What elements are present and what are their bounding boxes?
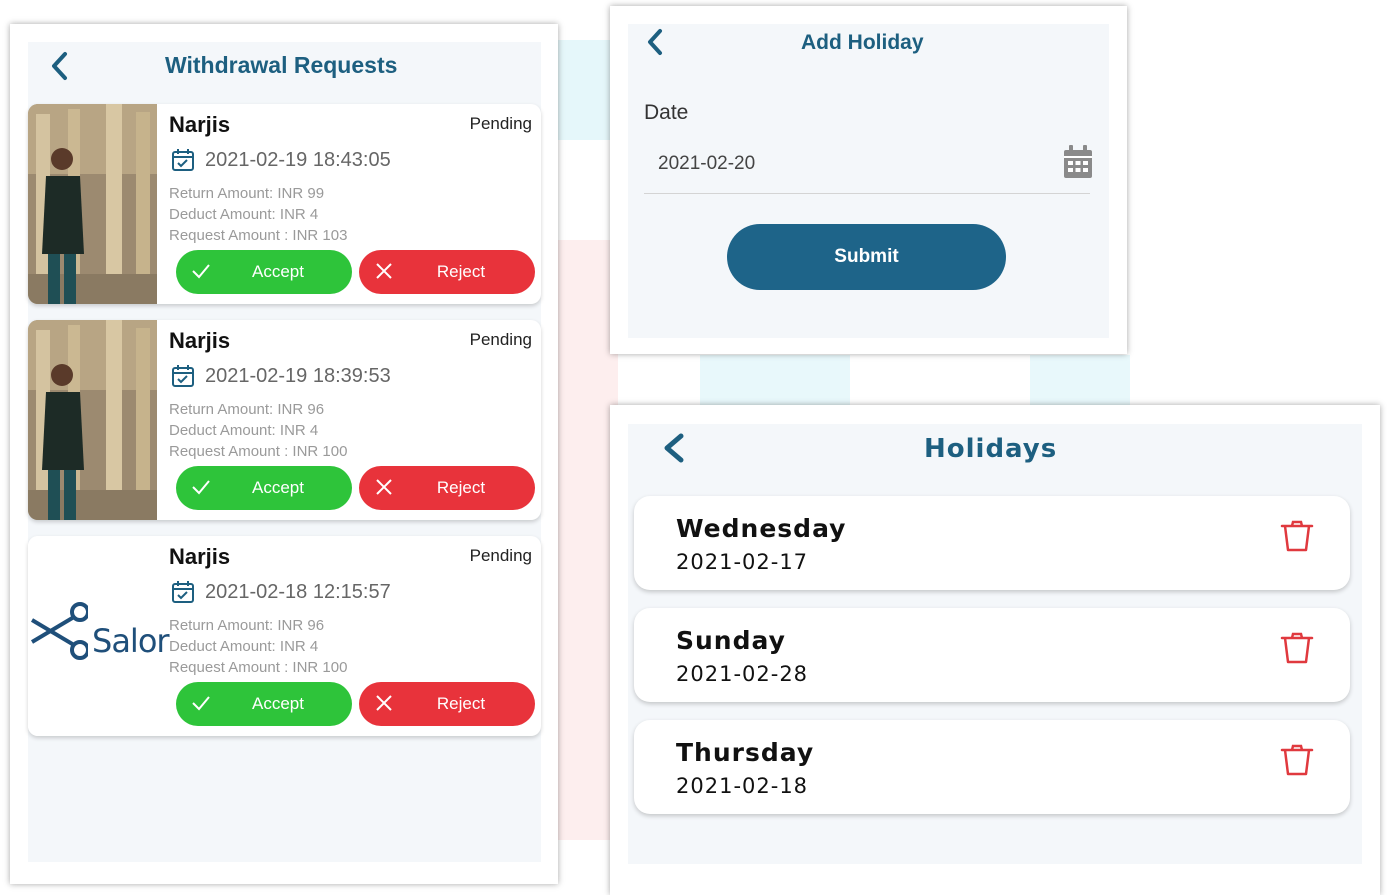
accept-label: Accept xyxy=(252,478,304,497)
back-arrow-icon[interactable] xyxy=(48,51,70,81)
withdrawal-request-card: Narjis Pending 2021-02-19 18:43:05 Retur… xyxy=(28,104,541,304)
reject-label: Reject xyxy=(436,478,486,497)
calendar-check-icon xyxy=(172,365,194,387)
deduct-amount: Deduct Amount: INR 4 xyxy=(169,206,319,223)
requester-name: Narjis xyxy=(169,544,231,569)
deduct-amount: Deduct Amount: INR 4 xyxy=(169,422,319,439)
return-amount: Return Amount: INR 96 xyxy=(169,401,325,418)
page-title: Withdrawal Requests xyxy=(165,52,398,78)
salor-logo: Salor xyxy=(28,536,170,736)
page-title: Holidays xyxy=(924,434,1058,464)
status-label: Pending xyxy=(469,330,532,349)
add-holiday-screen xyxy=(628,24,1109,338)
holiday-date: 2021-02-28 xyxy=(676,662,809,686)
deduct-amount: Deduct Amount: INR 4 xyxy=(169,638,319,655)
page-title: Add Holiday xyxy=(801,31,924,54)
request-datetime: 2021-02-19 18:43:05 xyxy=(171,148,391,172)
request-datetime: 2021-02-19 18:39:53 xyxy=(171,364,391,388)
accept-button[interactable]: Accept xyxy=(176,682,352,726)
withdrawal-request-card: Narjis Pending 2021-02-19 18:39:53 Retur… xyxy=(28,320,541,520)
reject-button[interactable]: Reject xyxy=(359,250,535,294)
logo-text: Salor xyxy=(92,622,170,660)
calendar-check-icon xyxy=(172,581,194,603)
person-photo xyxy=(28,320,157,520)
holiday-day: Sunday xyxy=(676,626,786,655)
submit-button[interactable]: Submit xyxy=(727,224,1006,290)
accept-label: Accept xyxy=(252,694,304,713)
return-amount: Return Amount: INR 99 xyxy=(169,185,325,202)
requester-name: Narjis xyxy=(169,328,231,353)
holiday-item: Wednesday 2021-02-17 xyxy=(634,496,1350,590)
accept-button[interactable]: Accept xyxy=(176,466,352,510)
trash-icon[interactable] xyxy=(1280,744,1314,776)
trash-icon[interactable] xyxy=(1280,520,1314,552)
scissors-icon xyxy=(30,602,88,660)
request-amount: Request Amount : INR 100 xyxy=(169,443,348,460)
holiday-date: 2021-02-18 xyxy=(676,774,809,798)
reject-button[interactable]: Reject xyxy=(359,682,535,726)
accept-button[interactable]: Accept xyxy=(176,250,352,294)
person-photo xyxy=(28,104,157,304)
calendar-check-icon xyxy=(172,149,194,171)
reject-label: Reject xyxy=(436,262,486,281)
holiday-date: 2021-02-17 xyxy=(676,550,809,574)
back-arrow-icon[interactable] xyxy=(659,432,687,464)
requester-name: Narjis xyxy=(169,112,231,137)
holiday-item: Thursday 2021-02-18 xyxy=(634,720,1350,814)
calendar-icon[interactable] xyxy=(1063,145,1093,179)
holiday-item: Sunday 2021-02-28 xyxy=(634,608,1350,702)
withdrawal-request-card: Salor Narjis Pending 2021-02-18 12:15:57… xyxy=(28,536,541,736)
holiday-day: Thursday xyxy=(676,738,815,767)
status-label: Pending xyxy=(469,546,532,565)
request-datetime: 2021-02-18 12:15:57 xyxy=(171,580,391,604)
trash-icon[interactable] xyxy=(1280,632,1314,664)
request-amount: Request Amount : INR 103 xyxy=(169,227,348,244)
status-label: Pending xyxy=(469,114,532,133)
datetime-text: 2021-02-19 18:39:53 xyxy=(205,364,391,387)
return-amount: Return Amount: INR 96 xyxy=(169,617,325,634)
request-amount: Request Amount : INR 100 xyxy=(169,659,348,676)
reject-button[interactable]: Reject xyxy=(359,466,535,510)
date-field-underline xyxy=(644,193,1090,194)
accept-label: Accept xyxy=(252,262,304,281)
datetime-text: 2021-02-18 12:15:57 xyxy=(205,580,391,603)
back-arrow-icon[interactable] xyxy=(645,28,665,56)
datetime-text: 2021-02-19 18:43:05 xyxy=(205,148,391,171)
date-label: Date xyxy=(644,101,689,124)
holiday-day: Wednesday xyxy=(676,514,847,543)
reject-label: Reject xyxy=(436,694,486,713)
date-field[interactable]: 2021-02-20 xyxy=(658,153,755,175)
